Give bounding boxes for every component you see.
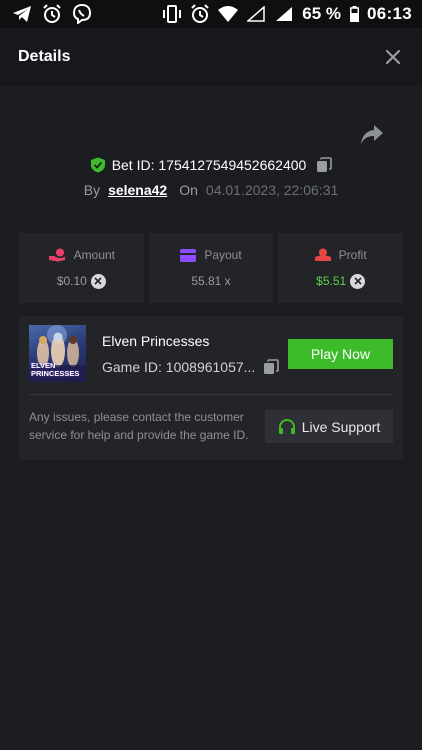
profit-icon <box>314 248 331 261</box>
close-button[interactable] <box>382 46 404 68</box>
share-icon <box>361 125 383 144</box>
bet-id-row: Bet ID: 1754127549452662400 <box>0 154 422 176</box>
headset-icon <box>278 418 295 434</box>
page-title: Details <box>18 48 71 65</box>
viber-icon <box>72 4 92 24</box>
alarm-icon <box>190 4 210 24</box>
bet-stats: Amount $0.10 Payout 55.81 x Profit $5.51 <box>19 233 404 303</box>
live-support-button[interactable]: Live Support <box>265 410 393 443</box>
battery-percent: 65 % <box>302 4 342 23</box>
signal-icon <box>246 4 266 24</box>
vibrate-icon <box>162 4 182 24</box>
alarm-icon <box>42 4 62 24</box>
live-support-label: Live Support <box>301 418 381 435</box>
amount-value: $0.10 <box>56 274 87 288</box>
by-label: By <box>83 182 101 198</box>
copy-bet-id-button[interactable] <box>312 157 333 173</box>
bet-date: 04.01.2023, 22:06:31 <box>205 182 339 198</box>
wifi-icon <box>218 4 239 24</box>
game-card: ELVEN PRINCESSES Elven Princesses Game I… <box>19 316 403 460</box>
stat-payout: Payout 55.81 x <box>148 233 274 303</box>
copy-icon <box>317 157 333 172</box>
battery-icon <box>349 4 359 24</box>
close-icon <box>386 50 400 64</box>
game-name: Elven Princesses <box>102 333 210 349</box>
copy-icon <box>264 359 280 374</box>
divider <box>29 394 393 395</box>
stat-profit: Profit $5.51 <box>278 233 404 303</box>
currency-x-icon <box>90 273 106 289</box>
payout-value: 55.81 x <box>191 274 231 288</box>
bet-id: Bet ID: 1754127549452662400 <box>111 157 307 173</box>
shield-check-icon <box>90 157 105 173</box>
payout-label: Payout <box>204 248 242 262</box>
play-now-button[interactable]: Play Now <box>288 339 393 369</box>
status-bar: 65 % 06:13 <box>0 0 422 28</box>
username-link[interactable]: selena42 <box>108 182 167 198</box>
profit-label: Profit <box>338 247 367 262</box>
on-label: On <box>179 182 198 198</box>
support-info-text: Any issues, please contact the customer … <box>29 410 249 442</box>
amount-icon <box>48 248 65 261</box>
thumb-title-line2: PRINCESSES <box>31 369 80 378</box>
clock: 06:13 <box>367 4 412 23</box>
copy-game-id-button[interactable] <box>263 359 280 375</box>
bet-meta-row: By selena42 On 04.01.2023, 22:06:31 <box>0 179 422 201</box>
share-button[interactable] <box>360 124 384 146</box>
signal-icon <box>274 4 294 24</box>
amount-label: Amount <box>73 247 116 262</box>
profit-value: $5.51 <box>316 274 347 288</box>
telegram-icon <box>12 4 32 24</box>
details-header: Details <box>0 28 422 86</box>
payout-icon <box>180 248 197 262</box>
game-id: Game ID: 1008961057... <box>102 359 256 375</box>
currency-x-icon <box>350 273 366 289</box>
game-thumbnail[interactable]: ELVEN PRINCESSES <box>29 325 86 382</box>
stat-amount: Amount $0.10 <box>19 233 144 303</box>
